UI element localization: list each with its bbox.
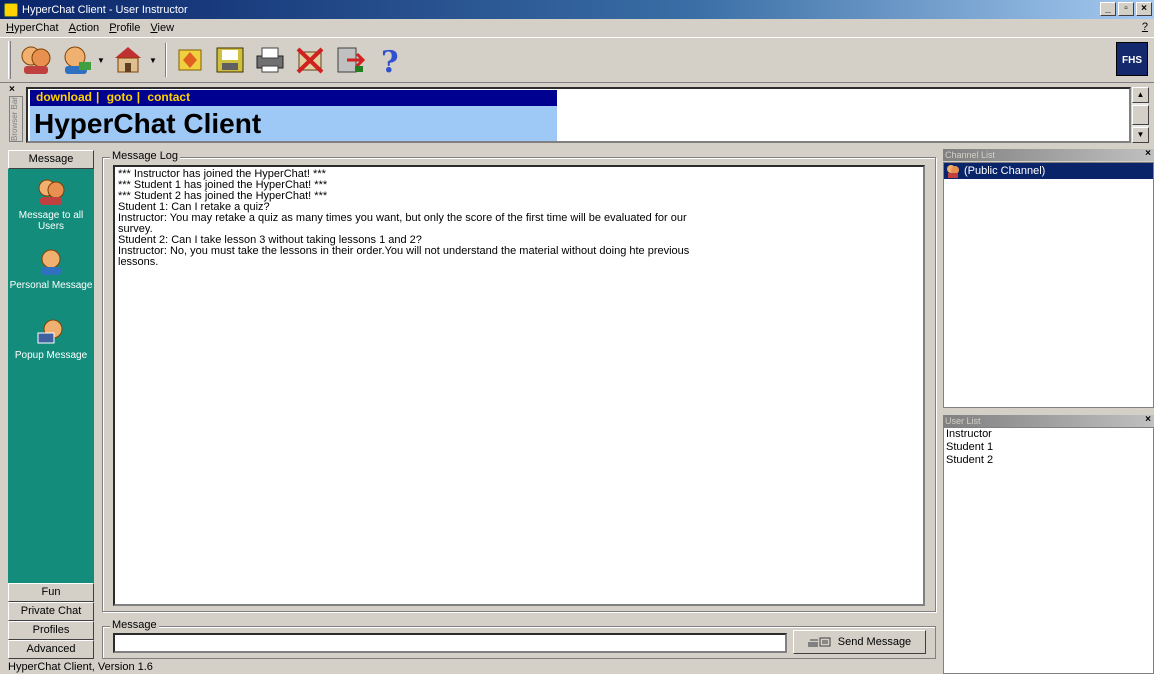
link-download[interactable]: download (36, 90, 92, 104)
home-network-icon[interactable] (109, 41, 147, 79)
toolbar: ▼ ▼ ? (0, 37, 1154, 83)
browser-bar-close-icon[interactable]: × (9, 84, 15, 95)
send-message-button[interactable]: Send Message (793, 630, 926, 654)
personal-message[interactable]: Personal Message (8, 247, 94, 291)
link-goto[interactable]: goto (107, 90, 133, 104)
users-icon[interactable] (17, 41, 55, 79)
minimize-button[interactable]: _ (1100, 2, 1116, 16)
channel-list-title: Channel List (945, 150, 996, 160)
channel-item[interactable]: (Public Channel) (944, 163, 1153, 179)
window-title: HyperChat Client - User Instructor (22, 3, 188, 16)
menu-bar: HyperChat Action Profile View (0, 19, 1154, 37)
user-icon (41, 249, 61, 275)
user-message-icon[interactable] (57, 41, 95, 79)
tab-fun[interactable]: Fun (8, 583, 94, 602)
tab-private-chat[interactable]: Private Chat (8, 602, 94, 621)
toolbar-grip[interactable] (8, 41, 11, 79)
channel-list-close-icon[interactable]: × (1145, 148, 1151, 160)
user-list-close-icon[interactable]: × (1145, 414, 1151, 426)
channel-icon (947, 165, 959, 178)
link-contact[interactable]: contact (147, 90, 190, 104)
status-bar: HyperChat Client, Version 1.6 (8, 661, 153, 673)
maximize-button[interactable]: ▫ (1118, 2, 1134, 16)
title-bar: HyperChat Client - User Instructor _ ▫ × (0, 0, 1154, 19)
user-list-title: User List (945, 416, 981, 426)
send-icon (807, 637, 831, 647)
menu-hyperchat[interactable]: HyperChat (6, 22, 59, 34)
chevron-down-icon[interactable]: ▼ (97, 56, 105, 65)
toolbar-separator (165, 43, 167, 77)
message-input[interactable] (113, 633, 787, 653)
scroll-down-icon[interactable]: ▼ (1132, 127, 1149, 143)
menu-view[interactable]: View (150, 22, 174, 34)
tab-advanced[interactable]: Advanced (8, 640, 94, 659)
svg-text:?: ? (381, 45, 399, 76)
user-list-header: User List × (943, 414, 1154, 427)
delete-icon[interactable] (291, 41, 329, 79)
help-menu[interactable]: ? (1142, 21, 1148, 33)
log-line: lessons. (118, 256, 159, 268)
save-icon[interactable] (211, 41, 249, 79)
exit-icon[interactable] (331, 41, 369, 79)
close-button[interactable]: × (1136, 2, 1152, 16)
user-item[interactable]: Instructor (944, 428, 1153, 441)
user-item[interactable]: Student 2 (944, 454, 1153, 467)
user-item[interactable]: Student 1 (944, 441, 1153, 454)
app-icon (4, 2, 18, 17)
user-list: Instructor Student 1 Student 2 (943, 427, 1154, 674)
log-line: Instructor: You may retake a quiz as man… (118, 212, 687, 224)
banner-title: HyperChat Client (30, 106, 557, 141)
message-panel: Message to all Users Personal Message Po… (8, 169, 94, 583)
help-icon[interactable]: ? (371, 41, 409, 79)
log-line: Instructor: No, you must take the lesson… (118, 245, 690, 257)
popup-message[interactable]: Popup Message (8, 317, 94, 361)
sidebar: Message Message to all Users Personal Me… (8, 150, 94, 660)
fhs-logo: FHS (1116, 42, 1148, 76)
message-to-all-users[interactable]: Message to all Users (8, 177, 94, 232)
message-log-label: Message Log (110, 150, 181, 162)
users-icon (38, 179, 65, 205)
message-log[interactable]: *** Instructor has joined the HyperChat!… (113, 165, 925, 606)
popup-icon (37, 319, 63, 344)
print-icon[interactable] (251, 41, 289, 79)
tab-profiles[interactable]: Profiles (8, 621, 94, 640)
scroll-up-icon[interactable]: ▲ (1132, 87, 1149, 103)
window-controls: _ ▫ × (1100, 2, 1152, 16)
browser-bar-handle[interactable]: Browser Bar (9, 96, 23, 142)
tab-message[interactable]: Message (8, 150, 94, 169)
menu-profile[interactable]: Profile (109, 22, 140, 34)
chevron-down-icon[interactable]: ▼ (149, 56, 157, 65)
channel-list: (Public Channel) (943, 162, 1154, 408)
message-input-label: Message (110, 619, 159, 631)
menu-action[interactable]: Action (69, 22, 100, 34)
browser-links: download | goto | contact (30, 90, 557, 106)
browser-scrollbar[interactable]: ▲ ▼ (1131, 87, 1149, 143)
channel-list-header: Channel List × (943, 148, 1154, 161)
connect-icon[interactable] (171, 41, 209, 79)
scroll-thumb[interactable] (1132, 105, 1149, 125)
send-message-label: Send Message (837, 636, 912, 648)
